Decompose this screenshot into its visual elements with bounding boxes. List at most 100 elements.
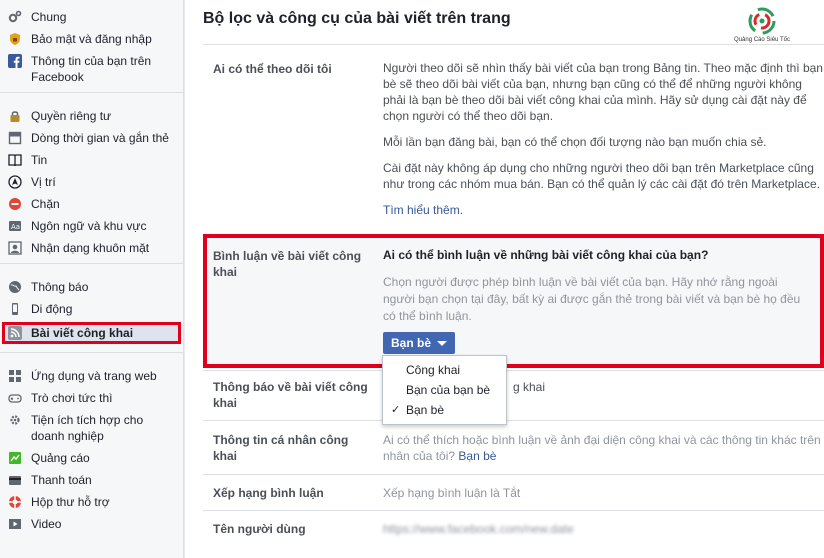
timeline-icon — [7, 130, 23, 146]
audience-option-friends-of-friends[interactable]: Bạn của bạn bè — [383, 380, 506, 400]
sidebar-item-general[interactable]: Chung — [0, 6, 183, 28]
public-post-notifications-row: Thông báo về bài viết công khai g khai — [203, 370, 824, 420]
sidebar-item-label: Di động — [31, 302, 73, 316]
audience-option-label: Bạn của bạn bè — [406, 383, 491, 397]
sidebar-item-apps[interactable]: Ứng dụng và trang web — [0, 365, 183, 387]
sidebar-item-label: Quyền riêng tư — [31, 109, 112, 123]
sidebar-item-label: Bài viết công khai — [31, 326, 134, 340]
lifebuoy-icon — [7, 494, 23, 510]
sidebar-item-payments[interactable]: Thanh toán — [0, 469, 183, 491]
followers-paragraph-1: Người theo dõi sẽ nhìn thấy bài viết của… — [383, 61, 823, 123]
ads-icon — [7, 450, 23, 466]
settings-sidebar: Chung Bảo mật và đăng nhập Thông tin của… — [0, 0, 184, 558]
sidebar-item-public-posts[interactable]: Bài viết công khai — [2, 322, 181, 344]
sidebar-item-label: Vị trí — [31, 175, 56, 189]
followers-label: Ai có thể theo dõi tôi — [213, 62, 332, 76]
audience-option-public[interactable]: Công khai — [383, 360, 506, 380]
audience-option-friends[interactable]: ✓ Bạn bè — [383, 400, 506, 420]
public-profile-info-value: Ai có thể thích hoặc bình luận về ảnh đạ… — [383, 432, 823, 464]
settings-main: Bộ lọc và công cụ của bài viết trên tran… — [185, 0, 824, 558]
sidebar-item-business-integrations[interactable]: Tiện ích tích hợp cho doanh nghiệp — [0, 409, 183, 447]
comment-ranking-row: Xếp hạng bình luận Xếp hạng bình luận là… — [203, 474, 824, 510]
sidebar-item-language[interactable]: Aa Ngôn ngữ và khu vực — [0, 215, 183, 237]
video-icon — [7, 516, 23, 532]
lock-icon — [7, 108, 23, 124]
sidebar-item-videos[interactable]: Video — [0, 513, 183, 535]
sidebar-item-label: Trò chơi tức thì — [31, 391, 113, 405]
facebook-icon — [7, 53, 23, 69]
sidebar-item-support-inbox[interactable]: Hộp thư hỗ trợ — [0, 491, 183, 513]
sidebar-item-label: Nhận dạng khuôn mặt — [31, 241, 150, 255]
page-title: Bộ lọc và công cụ của bài viết trên tran… — [203, 10, 511, 27]
sidebar-item-face-recognition[interactable]: Nhận dạng khuôn mặt — [0, 237, 183, 259]
sidebar-item-instant-games[interactable]: Trò chơi tức thì — [0, 387, 183, 409]
sidebar-item-mobile[interactable]: Di động — [0, 298, 183, 320]
audience-dropdown-label: Bạn bè — [391, 336, 432, 350]
sidebar-item-label: Thanh toán — [31, 473, 92, 487]
svg-text:Aa: Aa — [11, 223, 20, 231]
mobile-icon — [7, 301, 23, 317]
gamepad-icon — [7, 390, 23, 406]
sidebar-item-notifications[interactable]: Thông báo — [0, 276, 183, 298]
username-label: Tên người dùng — [213, 522, 306, 536]
sidebar-item-label: Bảo mật và đăng nhập — [31, 32, 152, 46]
face-recognition-icon — [7, 240, 23, 256]
sidebar-item-label: Ngôn ngữ và khu vực — [31, 219, 147, 233]
sidebar-item-label: Tiện ích tích hợp cho doanh nghiệp — [31, 413, 144, 443]
globe-icon — [7, 279, 23, 295]
audience-dropdown-menu: Công khai Bạn của bạn bè ✓ Bạn bè — [382, 355, 507, 425]
checkmark-icon: ✓ — [391, 404, 401, 416]
sidebar-item-security[interactable]: Bảo mật và đăng nhập — [0, 28, 183, 50]
apps-icon — [7, 368, 23, 384]
public-profile-info-row: Thông tin cá nhân công khai Ai có thể th… — [203, 420, 824, 474]
sidebar-group-notifications: Thông báo Di động Bài viết công khai — [0, 264, 183, 353]
followers-description: Người theo dõi sẽ nhìn thấy bài viết của… — [383, 60, 823, 228]
logo-mark-icon — [748, 7, 776, 35]
public-profile-info-line-1: Ai có thể thích hoặc bình luận về ảnh đạ… — [383, 433, 821, 447]
comment-ranking-label: Xếp hạng bình luận — [213, 486, 324, 500]
public-comments-section: Bình luận về bài viết công khai Ai có th… — [203, 234, 824, 368]
business-gear-icon — [7, 412, 23, 428]
learn-more-link[interactable]: Tìm hiểu thêm. — [383, 202, 823, 218]
location-icon — [7, 174, 23, 190]
chevron-down-icon — [437, 340, 448, 346]
audience-option-label: Bạn bè — [406, 403, 445, 417]
sidebar-item-stories[interactable]: Tin — [0, 149, 183, 171]
book-icon — [7, 152, 23, 168]
sidebar-item-label: Hộp thư hỗ trợ — [31, 495, 110, 509]
sidebar-item-label: Video — [31, 517, 62, 531]
sidebar-item-blocking[interactable]: Chặn — [0, 193, 183, 215]
sidebar-group-account: Chung Bảo mật và đăng nhập Thông tin của… — [0, 0, 183, 93]
public-profile-info-audience-link[interactable]: Bạn bè — [458, 449, 496, 463]
sidebar-item-label: Chung — [31, 10, 67, 24]
audience-dropdown-button[interactable]: Bạn bè — [383, 332, 456, 354]
sidebar-item-privacy[interactable]: Quyền riêng tư — [0, 105, 183, 127]
rss-icon — [7, 325, 23, 341]
username-value: https://www.facebook.com/new.date — [383, 522, 574, 536]
public-profile-info-line-2: nhân của tôi? Bạn bè — [383, 448, 823, 464]
sidebar-item-location[interactable]: Vị trí — [0, 171, 183, 193]
sidebar-item-label: Quảng cáo — [31, 451, 90, 465]
logo-caption: Quảng Cáo Siêu Tốc — [734, 37, 790, 43]
shield-icon — [7, 31, 23, 47]
sidebar-item-label: Thông tin của bạn trên Facebook — [31, 54, 152, 84]
block-icon — [7, 196, 23, 212]
sidebar-item-label: Thông báo — [31, 280, 89, 294]
public-profile-info-line-2-text: nhân của tôi? — [383, 449, 456, 463]
sidebar-item-ads[interactable]: Quảng cáo — [0, 447, 183, 469]
public-profile-info-label: Thông tin cá nhân công khai — [213, 433, 349, 463]
public-post-notifications-text: g khai — [513, 380, 546, 394]
username-row: Tên người dùng https://www.facebook.com/… — [203, 510, 824, 558]
audience-option-label: Công khai — [406, 363, 461, 377]
public-comments-question: Ai có thể bình luận về những bài viết cô… — [383, 248, 709, 262]
sidebar-group-privacy: Quyền riêng tư Dòng thời gian và gắn thẻ… — [0, 93, 183, 264]
followers-row: Ai có thể theo dõi tôi Người theo dõi sẽ… — [203, 44, 824, 234]
comment-ranking-value: Xếp hạng bình luận là Tắt — [383, 486, 521, 500]
public-post-notifications-value: g khai — [513, 379, 824, 395]
sidebar-item-your-info[interactable]: Thông tin của bạn trên Facebook — [0, 50, 183, 88]
sidebar-item-timeline[interactable]: Dòng thời gian và gắn thẻ — [0, 127, 183, 149]
public-post-notifications-label: Thông báo về bài viết công khai — [213, 380, 368, 410]
followers-paragraph-2: Mỗi lần bạn đăng bài, bạn có thể chọn đố… — [383, 135, 767, 149]
card-icon — [7, 472, 23, 488]
public-comments-label: Bình luận về bài viết công khai — [213, 249, 362, 279]
